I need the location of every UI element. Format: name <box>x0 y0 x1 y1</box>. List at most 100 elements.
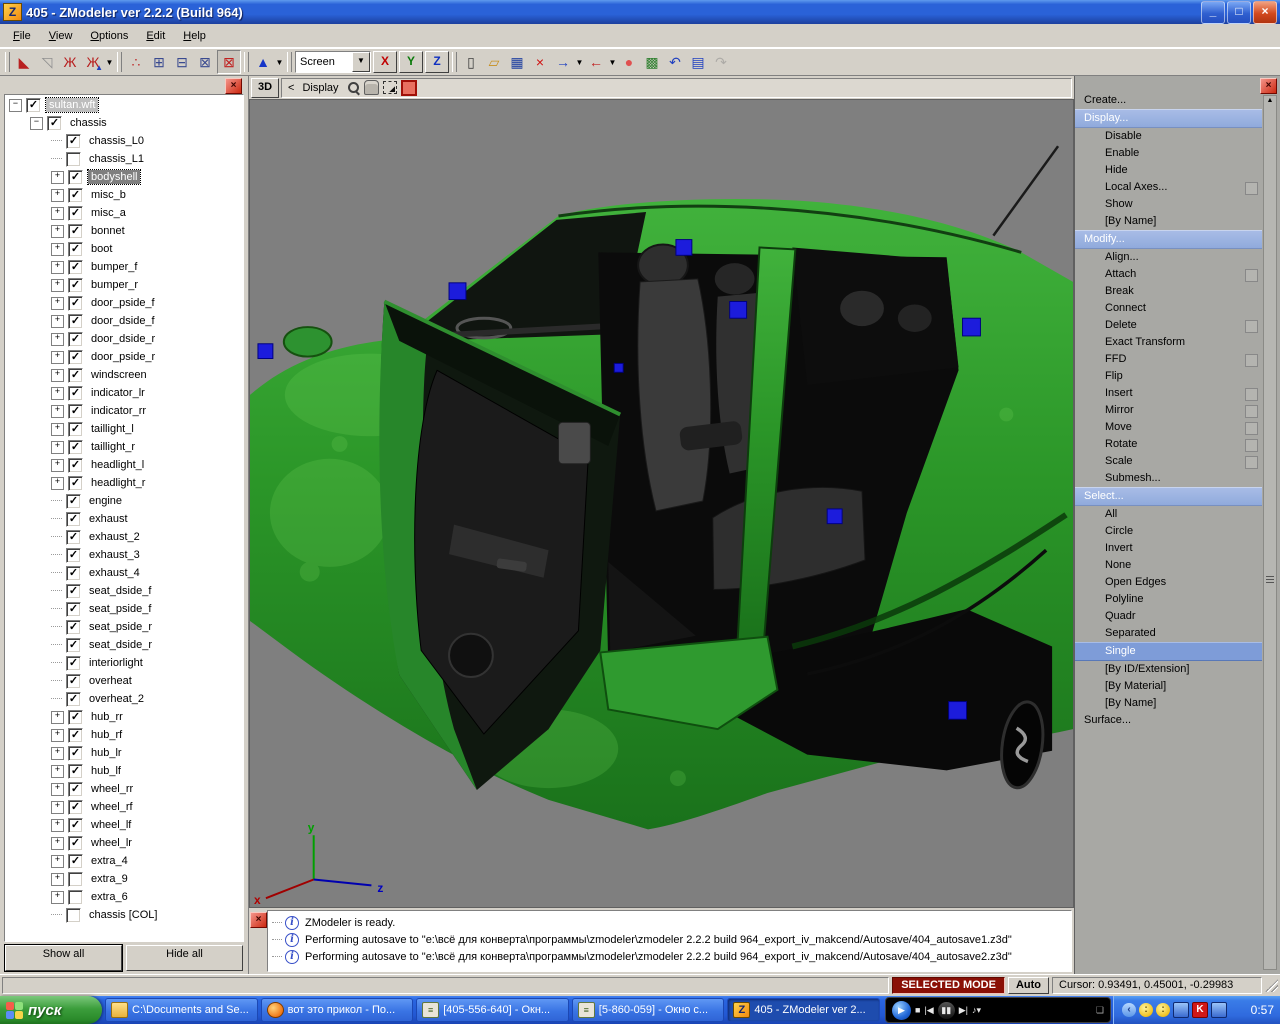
close-tree-panel-button[interactable]: × <box>225 78 242 94</box>
tree-item[interactable]: ✓exhaust_3 <box>5 546 243 564</box>
tree-item-label[interactable]: exhaust_4 <box>86 566 143 580</box>
axis-z-button[interactable]: Z <box>425 51 449 73</box>
tree-item-checkbox[interactable]: ✓ <box>68 170 83 185</box>
tree-item[interactable]: +✓headlight_r <box>5 474 243 492</box>
faces-level-icon[interactable]: ⊟ <box>171 51 193 73</box>
tree-item-label[interactable]: taillight_r <box>88 440 138 454</box>
tree-item-checkbox[interactable]: ✓ <box>66 674 81 689</box>
tree-item[interactable]: −✓sultan.wft <box>5 96 243 114</box>
command-surface[interactable]: Surface... <box>1075 712 1262 729</box>
tree-item-checkbox[interactable]: ✓ <box>68 260 83 275</box>
menu-edit[interactable]: Edit <box>137 27 174 45</box>
tree-expander-plus-icon[interactable]: + <box>51 873 64 886</box>
tree-expander-plus-icon[interactable]: + <box>51 819 64 832</box>
command-align[interactable]: Align... <box>1075 249 1262 266</box>
tree-item-label[interactable]: extra_4 <box>88 854 131 868</box>
tree-item-checkbox[interactable]: ✓ <box>68 728 83 743</box>
tree-item-checkbox[interactable]: ✓ <box>66 134 81 149</box>
command-display[interactable]: Display... <box>1075 109 1262 128</box>
menu-view[interactable]: View <box>40 27 82 45</box>
media-launch-button[interactable]: ▶ <box>892 1001 911 1020</box>
tree-item-checkbox[interactable]: ✓ <box>66 512 81 527</box>
command-quadr[interactable]: Quadr <box>1075 608 1262 625</box>
kaspersky-icon[interactable]: K <box>1192 1002 1208 1018</box>
command-connect[interactable]: Connect <box>1075 300 1262 317</box>
command-checkbox[interactable] <box>1245 439 1258 452</box>
tree-expander-plus-icon[interactable]: + <box>51 477 64 490</box>
command-attach[interactable]: Attach <box>1075 266 1262 283</box>
tree-item-checkbox[interactable]: ✓ <box>68 350 83 365</box>
tree-item[interactable]: +✓bodyshell <box>5 168 243 186</box>
command-scale[interactable]: Scale <box>1075 453 1262 470</box>
command-checkbox[interactable] <box>1245 422 1258 435</box>
tree-expander-plus-icon[interactable]: + <box>51 423 64 436</box>
tree-item-checkbox[interactable]: ✓ <box>68 476 83 491</box>
command-break[interactable]: Break <box>1075 283 1262 300</box>
tree-item[interactable]: +extra_6 <box>5 888 243 906</box>
command-by-id-extension[interactable]: [By ID/Extension] <box>1075 661 1262 678</box>
undo-icon[interactable]: ↶ <box>664 51 686 73</box>
command-by-material[interactable]: [By Material] <box>1075 678 1262 695</box>
tree-item-label[interactable]: taillight_l <box>88 422 137 436</box>
tree-item-label[interactable]: exhaust_2 <box>86 530 143 544</box>
command-mirror[interactable]: Mirror <box>1075 402 1262 419</box>
dummy-marker[interactable] <box>827 509 842 524</box>
tree-item-checkbox[interactable]: ✓ <box>68 206 83 221</box>
viewport-breadcrumb[interactable]: < Display <box>281 78 1072 98</box>
tree-item[interactable]: ✓seat_pside_r <box>5 618 243 636</box>
tree-item[interactable]: +✓misc_a <box>5 204 243 222</box>
tree-item-checkbox[interactable]: ✓ <box>68 224 83 239</box>
tree-item-checkbox[interactable]: ✓ <box>66 566 81 581</box>
command-move[interactable]: Move <box>1075 419 1262 436</box>
scrollbar-grip[interactable] <box>1266 574 1274 585</box>
command-checkbox[interactable] <box>1245 456 1258 469</box>
command-exact-transform[interactable]: Exact Transform <box>1075 334 1262 351</box>
tree-item-checkbox[interactable]: ✓ <box>66 692 81 707</box>
dummy-marker[interactable] <box>949 702 967 720</box>
tree-item[interactable]: +✓door_dside_r <box>5 330 243 348</box>
tree-item-label[interactable]: interiorlight <box>86 656 146 670</box>
tree-item-checkbox[interactable]: ✓ <box>66 584 81 599</box>
tree-item-label[interactable]: seat_pside_f <box>86 602 154 616</box>
taskbar-clock[interactable]: 0:57 <box>1251 1003 1274 1017</box>
command-disable[interactable]: Disable <box>1075 128 1262 145</box>
tree-item-checkbox[interactable]: ✓ <box>68 242 83 257</box>
tree-item-checkbox[interactable]: ✓ <box>68 368 83 383</box>
delete-icon[interactable]: × <box>529 51 551 73</box>
tree-item-checkbox[interactable]: ✓ <box>68 782 83 797</box>
close-log-panel-button[interactable]: × <box>250 912 267 928</box>
command-none[interactable]: None <box>1075 557 1262 574</box>
tree-item-label[interactable]: windscreen <box>88 368 150 382</box>
dummy-marker[interactable] <box>676 240 692 256</box>
tree-expander-plus-icon[interactable]: + <box>51 405 64 418</box>
command-enable[interactable]: Enable <box>1075 145 1262 162</box>
tree-item-checkbox[interactable]: ✓ <box>68 440 83 455</box>
select-figure-icon[interactable]: Ж <box>59 51 81 73</box>
tree-expander-plus-icon[interactable]: + <box>51 765 64 778</box>
tree-item-label[interactable]: bonnet <box>88 224 128 238</box>
viewport-mode-button[interactable]: 3D <box>251 78 279 98</box>
tree-item-checkbox[interactable]: ✓ <box>66 638 81 653</box>
tree-item[interactable]: +✓wheel_rr <box>5 780 243 798</box>
tree-item[interactable]: +✓door_dside_f <box>5 312 243 330</box>
tree-item-label[interactable]: hub_lf <box>88 764 124 778</box>
new-file-icon[interactable]: ▯ <box>460 51 482 73</box>
command-circle[interactable]: Circle <box>1075 523 1262 540</box>
axis-y-button[interactable]: Y <box>399 51 423 73</box>
tree-item-label[interactable]: hub_rr <box>88 710 126 724</box>
tree-item-label[interactable]: extra_6 <box>88 890 131 904</box>
tree-item[interactable]: ✓seat_dside_r <box>5 636 243 654</box>
tree-item[interactable]: −✓chassis <box>5 114 243 132</box>
select-figure-mesh-icon[interactable]: Ж▲ <box>82 51 104 73</box>
tree-expander-plus-icon[interactable]: + <box>51 441 64 454</box>
tree-expander-minus-icon[interactable]: − <box>30 117 43 130</box>
tree-item-label[interactable]: chassis_L0 <box>86 134 147 148</box>
tree-item[interactable]: ✓overheat_2 <box>5 690 243 708</box>
tree-item-label[interactable]: wheel_lf <box>88 818 134 832</box>
door-mirror[interactable] <box>284 327 332 356</box>
tree-item[interactable]: ✓seat_dside_f <box>5 582 243 600</box>
tree-item-checkbox[interactable]: ✓ <box>26 98 41 113</box>
tree-item-label[interactable]: wheel_rf <box>88 800 136 814</box>
tree-item-label[interactable]: door_pside_r <box>88 350 158 364</box>
tree-item[interactable]: ✓interiorlight <box>5 654 243 672</box>
